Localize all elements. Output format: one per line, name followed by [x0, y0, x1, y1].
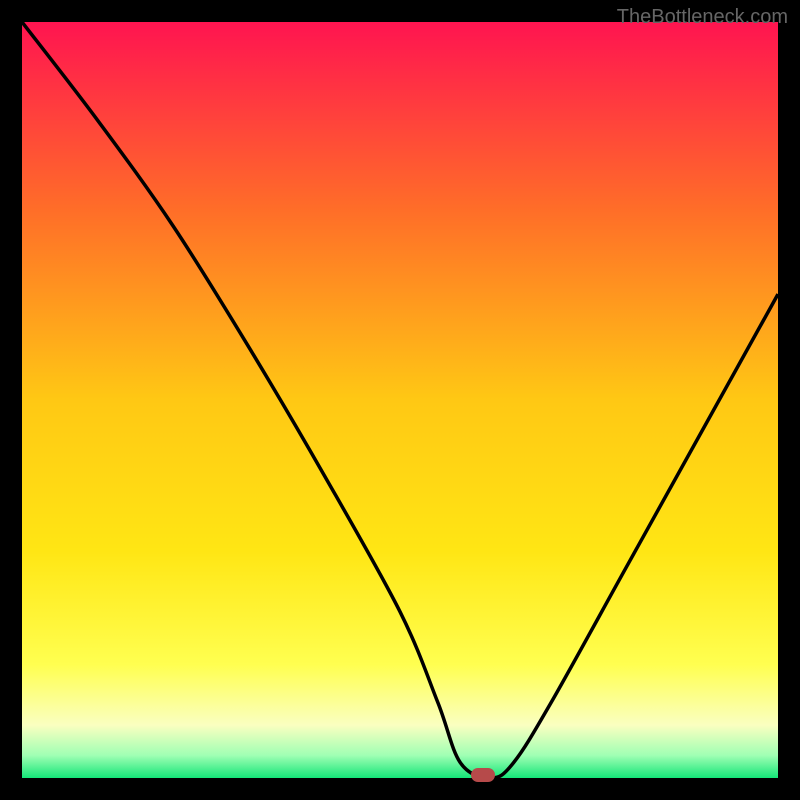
optimal-point-marker — [471, 768, 495, 782]
watermark-text: TheBottleneck.com — [617, 6, 788, 29]
chart-curve-layer — [22, 22, 778, 778]
bottleneck-curve — [22, 22, 778, 778]
